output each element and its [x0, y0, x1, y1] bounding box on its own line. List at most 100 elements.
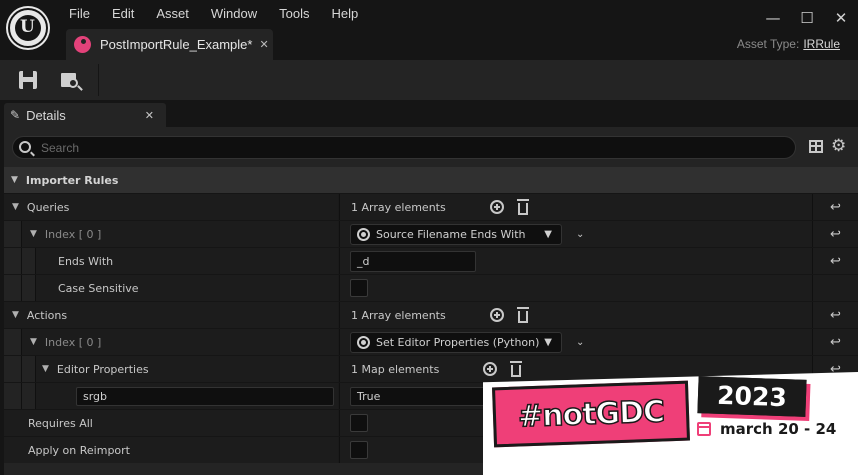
row-queries-index: ▼ Index [ 0 ] Source Filename Ends With …: [4, 220, 858, 247]
apply-on-reimport-checkbox[interactable]: [350, 441, 368, 459]
unreal-logo-glyph: U: [20, 17, 35, 37]
menu-asset[interactable]: Asset: [145, 4, 200, 24]
asset-dot-icon: [74, 36, 91, 53]
indent: [4, 329, 22, 355]
combo-icon: [357, 227, 370, 241]
chevron-down-icon[interactable]: ▼: [30, 337, 37, 347]
chevron-down-icon: ▼: [544, 228, 552, 240]
badge-year: 2023: [716, 380, 788, 413]
reset-cell: ↩: [812, 329, 858, 355]
asset-type-link[interactable]: IRRule: [803, 37, 840, 51]
name-cell: ▼ Index [ 0 ]: [4, 329, 338, 355]
indent: [4, 275, 22, 301]
name-cell: ▼ Queries: [4, 194, 338, 220]
prop-label: Index [ 0 ]: [44, 227, 102, 241]
gear-icon[interactable]: ⚙: [831, 136, 846, 156]
reset-cell: ↩: [812, 302, 858, 328]
menu-help[interactable]: Help: [320, 4, 369, 24]
maximize-button[interactable]: ☐: [790, 6, 824, 30]
indent: [22, 275, 36, 301]
row-actions-index: ▼ Index [ 0 ] Set Editor Properties (Pyt…: [4, 328, 858, 355]
reset-icon[interactable]: ↩: [830, 335, 841, 350]
name-cell: Apply on Reimport: [4, 437, 338, 463]
chevron-down-icon[interactable]: ⌄: [576, 229, 584, 240]
indent: [22, 356, 36, 382]
chevron-down-icon[interactable]: ▼: [42, 364, 49, 374]
search-input[interactable]: [41, 139, 781, 156]
window-controls: — ☐ ✕: [756, 6, 858, 30]
reset-cell: ↩: [812, 221, 858, 247]
add-icon[interactable]: [489, 308, 504, 322]
action-type-combo[interactable]: Set Editor Properties (Python) ▼: [350, 331, 562, 353]
add-icon[interactable]: [489, 200, 504, 214]
menu-window[interactable]: Window: [200, 4, 268, 24]
calendar-icon: [697, 422, 711, 436]
chevron-down-icon[interactable]: ⌄: [576, 337, 584, 348]
pencil-icon: ✎: [10, 108, 21, 122]
reset-cell: ↩: [812, 248, 858, 274]
name-cell: srgb: [4, 383, 338, 409]
close-window-button[interactable]: ✕: [824, 6, 858, 30]
name-cell: Case Sensitive: [4, 275, 338, 301]
badge-date: march 20 - 24: [697, 420, 836, 438]
menu-edit[interactable]: Edit: [101, 4, 145, 24]
chevron-down-icon[interactable]: ▼: [12, 202, 19, 212]
details-tab[interactable]: ✎ Details ✕: [4, 103, 166, 127]
save-icon[interactable]: [16, 68, 42, 94]
category-label: Importer Rules: [25, 173, 119, 187]
menu-file[interactable]: File: [58, 4, 101, 24]
prop-label: Index [ 0 ]: [44, 335, 102, 349]
array-count: 1 Array elements: [351, 200, 446, 214]
notgdc-badge: #notGDC 2023 march 20 - 24: [483, 368, 858, 475]
reset-icon[interactable]: ↩: [830, 227, 841, 242]
value-cell: [339, 275, 812, 301]
trash-icon[interactable]: [516, 198, 529, 215]
value-cell: Set Editor Properties (Python) ▼ ⌄: [339, 329, 812, 355]
chevron-down-icon[interactable]: ▼: [12, 310, 19, 320]
map-key-field[interactable]: srgb: [76, 386, 334, 406]
badge-title-box: #notGDC: [492, 380, 690, 448]
badge-date-text: march 20 - 24: [720, 420, 837, 438]
row-case-sensitive: Case Sensitive: [4, 274, 858, 301]
prop-label: Queries: [26, 200, 70, 214]
name-cell: ▼ Actions: [4, 302, 338, 328]
search-bar: [12, 136, 796, 159]
toolbar-separator: [98, 64, 99, 96]
ends-with-field[interactable]: _d: [350, 250, 476, 272]
menu-bar: File Edit Asset Window Tools Help: [58, 4, 369, 24]
indent: [4, 356, 22, 382]
menu-tools[interactable]: Tools: [268, 4, 320, 24]
prop-label: Actions: [26, 308, 68, 322]
prop-label: Apply on Reimport: [28, 443, 130, 457]
badge-year-box: 2023: [697, 376, 807, 417]
browse-icon[interactable]: [58, 68, 84, 94]
name-cell: ▼ Index [ 0 ]: [4, 221, 338, 247]
chevron-down-icon: ▼: [11, 175, 18, 185]
unreal-logo-icon[interactable]: U: [8, 8, 48, 48]
name-cell: Ends With: [4, 248, 338, 274]
document-tab[interactable]: PostImportRule_Example* ✕: [66, 29, 273, 60]
document-tab-label: PostImportRule_Example*: [100, 37, 253, 52]
requires-all-checkbox[interactable]: [350, 414, 368, 432]
view-options-icon[interactable]: [809, 140, 823, 153]
combo-text: Source Filename Ends With: [376, 227, 526, 241]
name-cell: ▼ Editor Properties: [4, 356, 338, 382]
close-details-icon[interactable]: ✕: [145, 109, 154, 122]
chevron-down-icon[interactable]: ▼: [30, 229, 37, 239]
reset-icon[interactable]: ↩: [830, 254, 841, 269]
value-cell: _d: [339, 248, 812, 274]
prop-label: Ends With: [58, 254, 114, 268]
value-cell: 1 Array elements: [339, 302, 812, 328]
minimize-button[interactable]: —: [756, 6, 790, 30]
category-importer-rules[interactable]: ▼ Importer Rules: [4, 167, 858, 193]
reset-icon[interactable]: ↩: [830, 200, 841, 215]
trash-icon[interactable]: [516, 306, 529, 323]
reset-cell: ↩: [812, 194, 858, 220]
case-sensitive-checkbox[interactable]: [350, 279, 368, 297]
combo-text: Set Editor Properties (Python): [376, 335, 540, 349]
name-cell: Requires All: [4, 410, 338, 436]
close-tab-icon[interactable]: ✕: [259, 38, 268, 51]
toolbar: [0, 60, 858, 100]
query-type-combo[interactable]: Source Filename Ends With ▼: [350, 223, 562, 245]
reset-icon[interactable]: ↩: [830, 308, 841, 323]
